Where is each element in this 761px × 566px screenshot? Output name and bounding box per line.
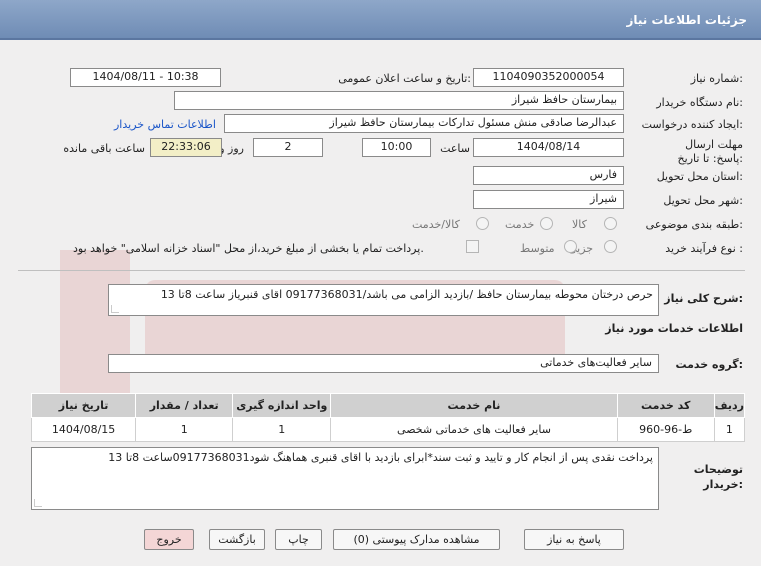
col-row-number: ردیف [713, 393, 746, 418]
view-attachments-button[interactable]: مشاهده مدارک پیوستی (0) [333, 529, 500, 550]
category-option-goods-service: کالا/خدمت [412, 218, 460, 231]
service-group-field: سایر فعالیت‌های خدماتی [108, 354, 659, 373]
purchase-option-medium: متوسط [520, 242, 555, 255]
announce-date-label: تاریخ و ساعت اعلان عمومی: [338, 72, 471, 85]
treasury-payment-note: پرداخت تمام یا بخشی از مبلغ خرید،از محل … [73, 242, 424, 255]
deadline-time-label: ساعت [440, 142, 470, 155]
col-unit: واحد اندازه گیری [232, 393, 332, 418]
time-remaining-label: ساعت باقی مانده [63, 142, 145, 155]
watermark-logo [60, 250, 565, 420]
category-radio-service[interactable] [540, 217, 553, 230]
col-need-date: تاریخ نیاز [30, 393, 137, 418]
cell-service-name: سایر فعالیت های خدماتی شخصی [330, 417, 618, 442]
city-label: شهر محل تحویل: [663, 194, 743, 207]
city-field: شیراز [473, 190, 624, 209]
announce-date-field: 1404/08/11 - 10:38 [70, 68, 221, 87]
resize-grip-icon[interactable] [111, 305, 119, 313]
buyer-contact-link[interactable]: اطلاعات تماس خریدار [114, 118, 216, 131]
days-label: روز و [219, 142, 244, 155]
time-remaining-field: 22:33:06 [150, 138, 222, 157]
category-radio-goods[interactable] [604, 217, 617, 230]
col-service-name: نام خدمت [330, 393, 618, 418]
treasury-payment-checkbox[interactable] [466, 240, 479, 253]
purchase-type-label: نوع فرآیند خرید : [665, 242, 743, 255]
buyer-org-field: بیمارستان حافظ شیراز [174, 91, 624, 110]
buyer-notes-text: پرداخت نقدی پس از انجام کار و تایید و ثب… [108, 451, 653, 464]
section-divider [18, 270, 745, 271]
print-button[interactable]: چاپ [275, 529, 322, 550]
requester-label: ایجاد کننده درخواست: [641, 118, 743, 131]
resize-grip-icon[interactable] [34, 499, 42, 507]
service-group-label: گروه خدمت: [675, 358, 743, 371]
cell-service-code: ط-96-960 [616, 417, 715, 442]
services-section-title: اطلاعات خدمات مورد نیاز [605, 322, 743, 335]
category-option-goods: کالا [572, 218, 587, 231]
services-table: ردیف کد خدمت نام خدمت واحد اندازه گیری ت… [30, 393, 746, 442]
table-row: 1 ط-96-960 سایر فعالیت های خدماتی شخصی 1… [30, 417, 746, 442]
province-field: فارس [473, 166, 624, 185]
description-label: شرح کلی نیاز: [664, 292, 743, 305]
category-label: طبقه بندی موضوعی: [645, 218, 743, 231]
col-service-code: کد خدمت [616, 393, 715, 418]
buyer-notes-label: توضیحات خریدار: [693, 463, 743, 491]
reply-button[interactable]: پاسخ به نیاز [524, 529, 624, 550]
deadline-label: مهلت ارسال پاسخ: تا تاریخ: [677, 138, 743, 165]
description-textarea: حرص درختان محوطه بیمارستان حافظ /بازدید … [108, 284, 659, 316]
buyer-org-label: نام دستگاه خریدار: [656, 96, 743, 109]
cell-unit: 1 [232, 417, 332, 442]
purchase-radio-medium[interactable] [564, 240, 577, 253]
category-option-service: خدمت [505, 218, 535, 231]
page-header: جزئیات اطلاعات نیاز [0, 0, 761, 40]
cell-row-number: 1 [713, 417, 746, 442]
need-number-field: 1104090352000054 [473, 68, 624, 87]
cell-need-date: 1404/08/15 [30, 417, 137, 442]
cell-quantity: 1 [135, 417, 234, 442]
back-button[interactable]: بازگشت [209, 529, 265, 550]
description-text: حرص درختان محوطه بیمارستان حافظ /بازدید … [160, 288, 653, 301]
province-label: استان محل تحویل: [656, 170, 743, 183]
purchase-radio-minor[interactable] [604, 240, 617, 253]
deadline-time-field: 10:00 [362, 138, 431, 157]
deadline-date-field: 1404/08/14 [473, 138, 624, 157]
page-title: جزئیات اطلاعات نیاز [626, 13, 747, 27]
buyer-notes-textarea: پرداخت نقدی پس از انجام کار و تایید و ثب… [31, 447, 659, 510]
requester-field: عبدالرضا صادقی منش مسئول تدارکات بیمارست… [224, 114, 624, 133]
need-number-label: شماره نیاز: [690, 72, 743, 85]
days-remaining-field: 2 [253, 138, 323, 157]
col-quantity: تعداد / مقدار [135, 393, 234, 418]
category-radio-goods-service[interactable] [476, 217, 489, 230]
table-header-row: ردیف کد خدمت نام خدمت واحد اندازه گیری ت… [30, 393, 746, 418]
exit-button[interactable]: خروج [144, 529, 194, 550]
